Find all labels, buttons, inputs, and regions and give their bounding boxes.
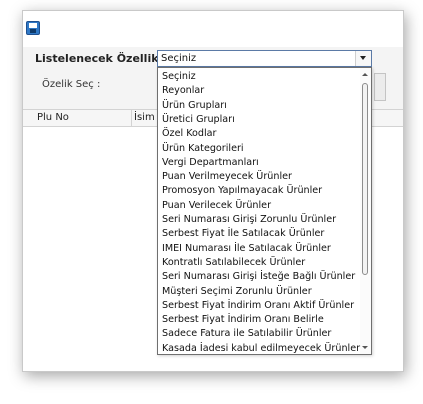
scroll-down-arrow-icon[interactable] (362, 346, 368, 349)
dropdown-option[interactable]: Serbest Fiyat İndirim Oranı Aktif Ürünle… (162, 299, 354, 313)
select-property-label: Özelik Seç : (42, 79, 101, 90)
side-button[interactable] (374, 73, 386, 101)
dropdown-option[interactable]: Serbest Fiyat İndirim Oranı Belirle (162, 313, 324, 327)
dropdown-option[interactable]: Promosyon Yapılmayacak Ürünler (162, 184, 322, 198)
property-dropdown-list: Seçiniz Reyonlar Ürün Grupları Üretici Grup… (157, 67, 372, 355)
list-property-combobox[interactable]: Seçiniz (157, 50, 372, 67)
chevron-down-icon (360, 56, 366, 60)
property-list-window: Listelenecek Özellik : Özelik Seç : Plu … (22, 10, 404, 372)
dropdown-option[interactable]: Seri Numarası Girişi İsteğe Bağlı Ürünle… (162, 270, 355, 284)
dropdown-option[interactable]: Kontratlı Satılabilecek Ürünler (162, 256, 305, 270)
combobox-value: Seçiniz (161, 53, 197, 64)
scrollbar-thumb[interactable] (362, 83, 368, 275)
combo-dropdown-button[interactable] (355, 51, 371, 66)
dropdown-option[interactable]: Ürün Kategorileri (162, 142, 244, 156)
save-icon[interactable] (26, 21, 40, 35)
dropdown-option[interactable]: Reyonlar (162, 84, 204, 98)
dropdown-option[interactable]: Sadece Fatura ile Satılabilir Ürünler (162, 327, 331, 341)
column-separator (131, 110, 132, 126)
dropdown-option[interactable]: Kasada İadesi kabul edilmeyecek Ürünler (162, 342, 360, 354)
dropdown-option[interactable]: Müşteri Seçimi Zorunlu Ürünler (162, 285, 312, 299)
column-header-plu-no[interactable]: Plu No (37, 112, 69, 123)
dropdown-option[interactable]: Özel Kodlar (162, 127, 216, 141)
dropdown-option[interactable]: Seri Numarası Girişi Zorunlu Ürünler (162, 213, 336, 227)
dropdown-option[interactable]: Üretici Grupları (162, 113, 235, 127)
dropdown-option[interactable]: Puan Verilecek Ürünler (162, 199, 271, 213)
scroll-up-arrow-icon[interactable] (362, 73, 368, 76)
dropdown-option[interactable]: Ürün Grupları (162, 99, 227, 113)
list-property-label: Listelenecek Özellik : (35, 52, 167, 65)
column-header-isim[interactable]: İsim (134, 112, 155, 123)
dropdown-option[interactable]: Vergi Departmanları (162, 156, 259, 170)
toolbar (23, 11, 403, 41)
dropdown-option[interactable]: Seçiniz (162, 70, 196, 84)
dropdown-option[interactable]: Puan Verilmeyecek Ürünler (162, 170, 292, 184)
dropdown-scrollbar[interactable] (360, 68, 371, 354)
dropdown-option[interactable]: Serbest Fiyat İle Satılacak Ürünler (162, 227, 324, 241)
dropdown-option[interactable]: IMEI Numarası İle Satılacak Ürünler (162, 242, 331, 256)
